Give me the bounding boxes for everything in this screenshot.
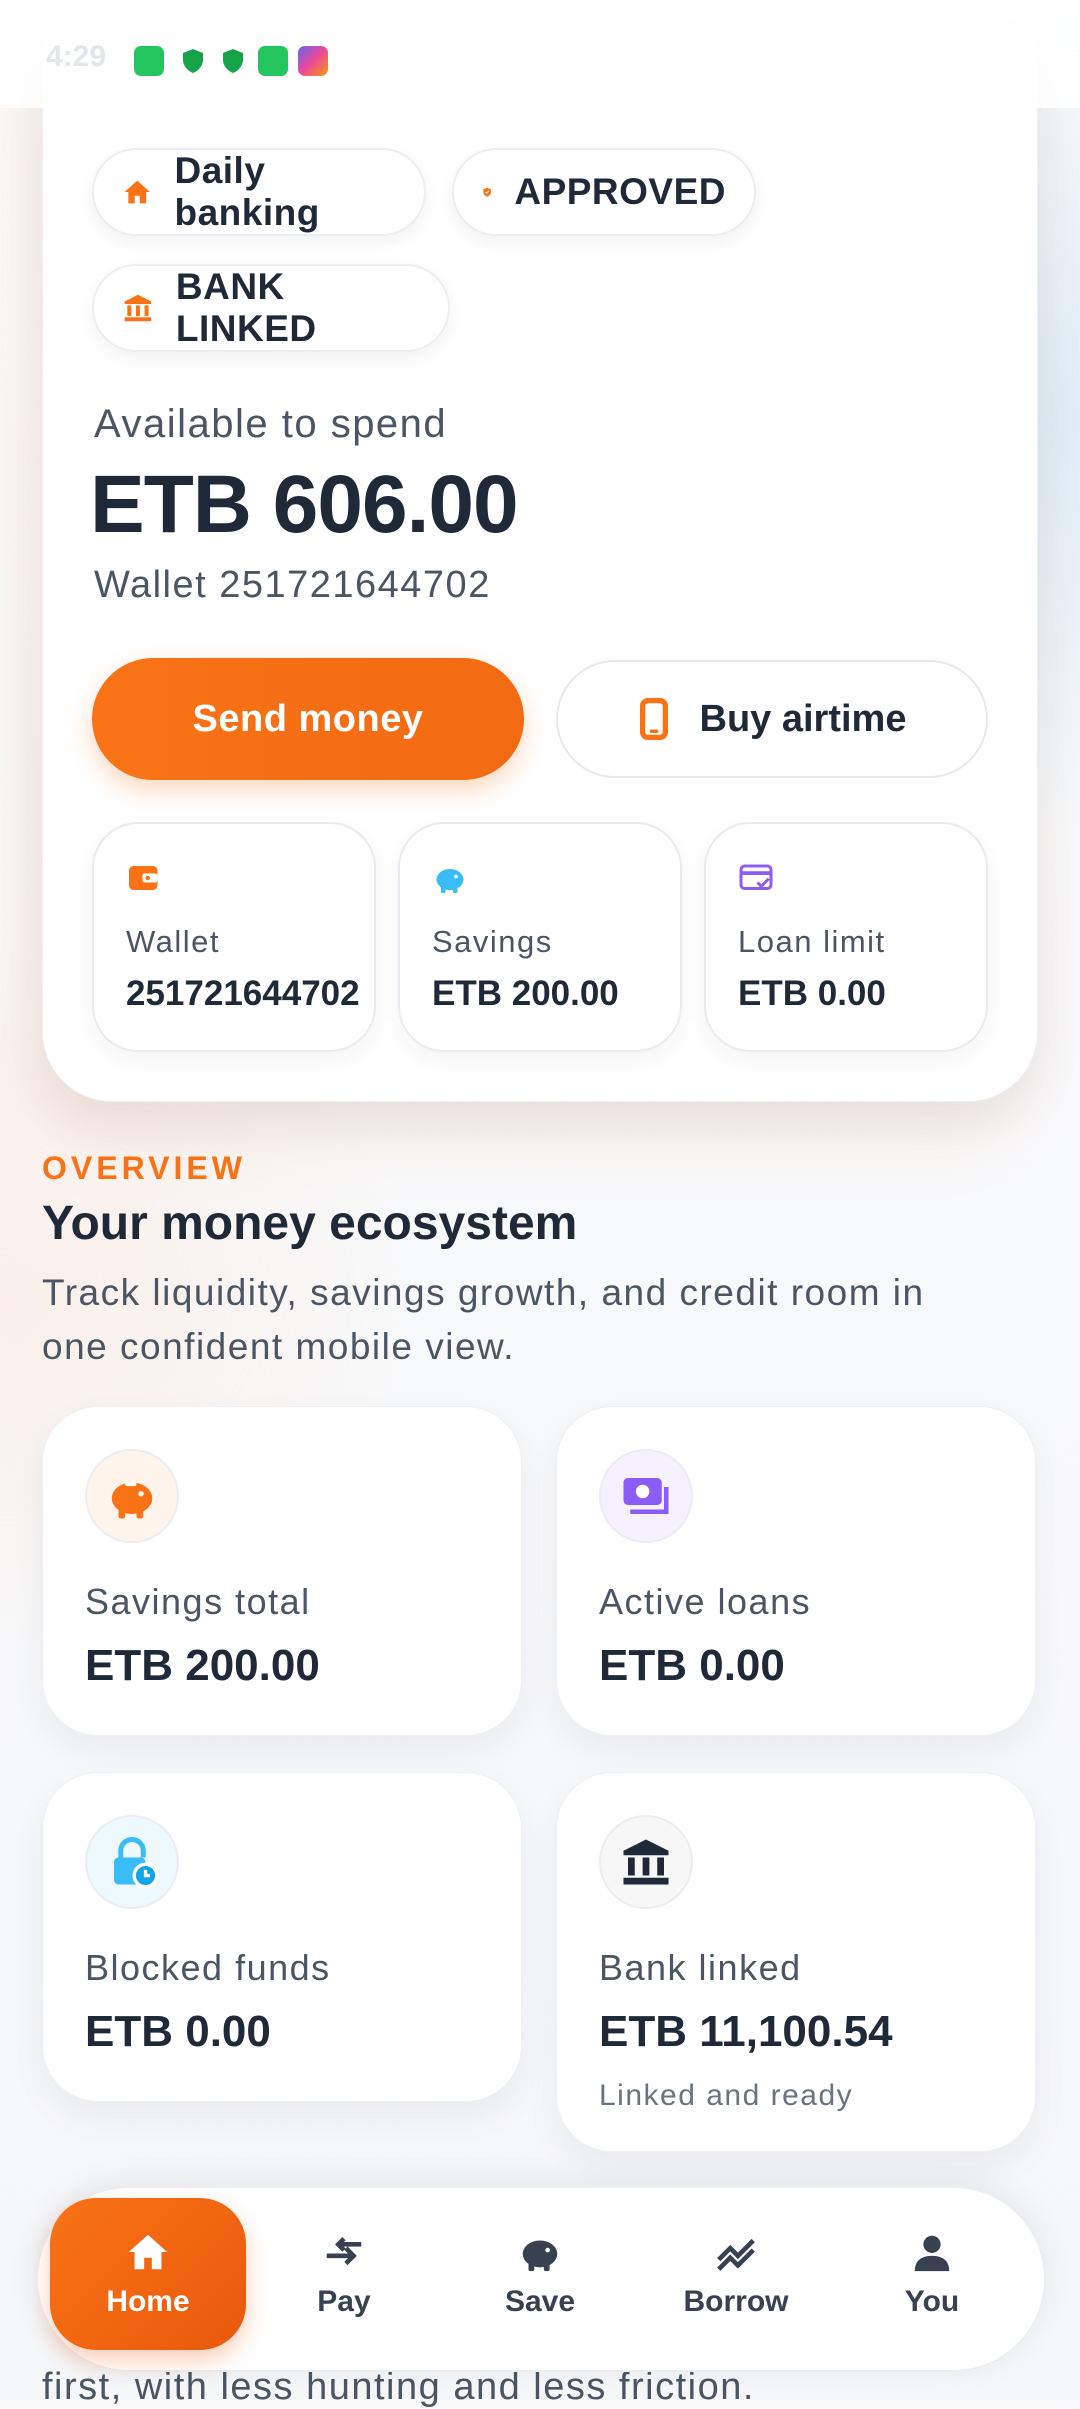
mini-card-label: Wallet xyxy=(126,924,220,959)
nav-label: Borrow xyxy=(683,2285,789,2318)
piggy-bank-icon xyxy=(436,869,464,893)
lock-clock-icon xyxy=(114,1837,159,1889)
home-icon xyxy=(128,2234,168,2270)
wallet-icon xyxy=(129,866,158,890)
nav-label: Home xyxy=(106,2285,190,2318)
stat-value: ETB 11,100.54 xyxy=(599,2007,893,2056)
bank-icon xyxy=(124,294,152,322)
stat-icon-circle xyxy=(599,1449,693,1543)
shield-check-icon xyxy=(483,187,492,197)
available-label: Available to spend xyxy=(94,402,448,446)
chip-label: Daily banking xyxy=(174,150,320,233)
status-bar: 4:29 xyxy=(0,0,1080,108)
piggy-bank-icon xyxy=(111,1482,153,1519)
credit-card-check-icon xyxy=(739,864,773,890)
mini-card-savings[interactable]: Savings ETB 200.00 xyxy=(398,822,682,1052)
stat-value: ETB 0.00 xyxy=(85,2007,271,2056)
send-money-button[interactable]: Send money xyxy=(92,658,524,780)
transfer-arrows-icon xyxy=(326,2236,362,2266)
bank-icon xyxy=(623,1839,669,1885)
send-money-label: Send money xyxy=(192,697,424,740)
stat-card-bank-linked[interactable]: Bank linked ETB 11,100.54 Linked and rea… xyxy=(556,1772,1036,2152)
mini-card-value: ETB 0.00 xyxy=(738,974,886,1013)
shield-notification-icon xyxy=(178,46,208,76)
bottom-navigation: Home Pay Save Borrow You xyxy=(36,2186,1046,2372)
nav-item-home[interactable]: Home xyxy=(50,2198,246,2350)
trend-chart-icon xyxy=(717,2238,755,2271)
notification-app-icon xyxy=(134,46,164,76)
stat-note: Linked and ready xyxy=(599,2079,854,2112)
mini-card-value: 251721644702 xyxy=(126,974,360,1013)
stat-label: Savings total xyxy=(85,1581,311,1622)
app-notification-icon xyxy=(258,46,288,76)
nav-item-save[interactable]: Save xyxy=(442,2198,638,2350)
stat-icon-circle xyxy=(85,1449,179,1543)
piggy-bank-icon xyxy=(522,2240,558,2272)
wallet-number: Wallet 251721644702 xyxy=(94,564,491,606)
stat-icon-circle xyxy=(599,1815,693,1909)
nav-item-pay[interactable]: Pay xyxy=(246,2198,442,2350)
stat-label: Bank linked xyxy=(599,1947,802,1988)
nav-item-you[interactable]: You xyxy=(834,2198,1030,2350)
nav-item-borrow[interactable]: Borrow xyxy=(638,2198,834,2350)
stat-icon-circle xyxy=(85,1815,179,1909)
person-icon xyxy=(914,2235,950,2272)
chip-label: APPROVED xyxy=(514,171,726,212)
mini-card-label: Loan limit xyxy=(738,924,886,959)
section-title: Your money ecosystem xyxy=(42,1197,578,1250)
buy-airtime-button[interactable]: Buy airtime xyxy=(556,660,988,778)
balance-amount: ETB 606.00 xyxy=(90,459,519,550)
phone-icon xyxy=(639,698,668,740)
section-kicker: OVERVIEW xyxy=(42,1150,246,1186)
stat-card-active-loans[interactable]: Active loans ETB 0.00 xyxy=(556,1406,1036,1736)
mini-card-loan-limit[interactable]: Loan limit ETB 0.00 xyxy=(704,822,988,1052)
nav-label: Save xyxy=(504,2285,576,2318)
buy-airtime-label: Buy airtime xyxy=(699,697,907,740)
stat-card-blocked-funds[interactable]: Blocked funds ETB 0.00 xyxy=(42,1772,522,2102)
app-notification-icon xyxy=(298,46,328,76)
stat-value: ETB 0.00 xyxy=(599,1641,785,1690)
partially-visible-text: first, with less hunting and less fricti… xyxy=(42,2366,755,2408)
cash-stack-icon xyxy=(623,1478,669,1514)
nav-label: You xyxy=(904,2285,960,2318)
stat-label: Active loans xyxy=(599,1581,812,1622)
stat-label: Blocked funds xyxy=(85,1947,331,1988)
chip-approved: APPROVED xyxy=(452,148,756,236)
home-icon xyxy=(124,180,150,204)
chip-bank-linked: BANK LINKED xyxy=(92,264,450,352)
shield-notification-icon xyxy=(218,46,248,76)
mini-card-label: Savings xyxy=(432,924,553,959)
stat-card-savings-total[interactable]: Savings total ETB 200.00 xyxy=(42,1406,522,1736)
status-time: 4:29 xyxy=(46,40,107,73)
chip-label: BANK LINKED xyxy=(175,266,317,349)
mini-card-wallet[interactable]: Wallet 251721644702 xyxy=(92,822,376,1052)
stat-value: ETB 200.00 xyxy=(85,1641,320,1690)
nav-label: Pay xyxy=(317,2285,371,2318)
chip-daily-banking: Daily banking xyxy=(92,148,426,236)
section-description: Track liquidity, savings growth, and cre… xyxy=(42,1272,925,1367)
mini-card-value: ETB 200.00 xyxy=(432,974,619,1013)
